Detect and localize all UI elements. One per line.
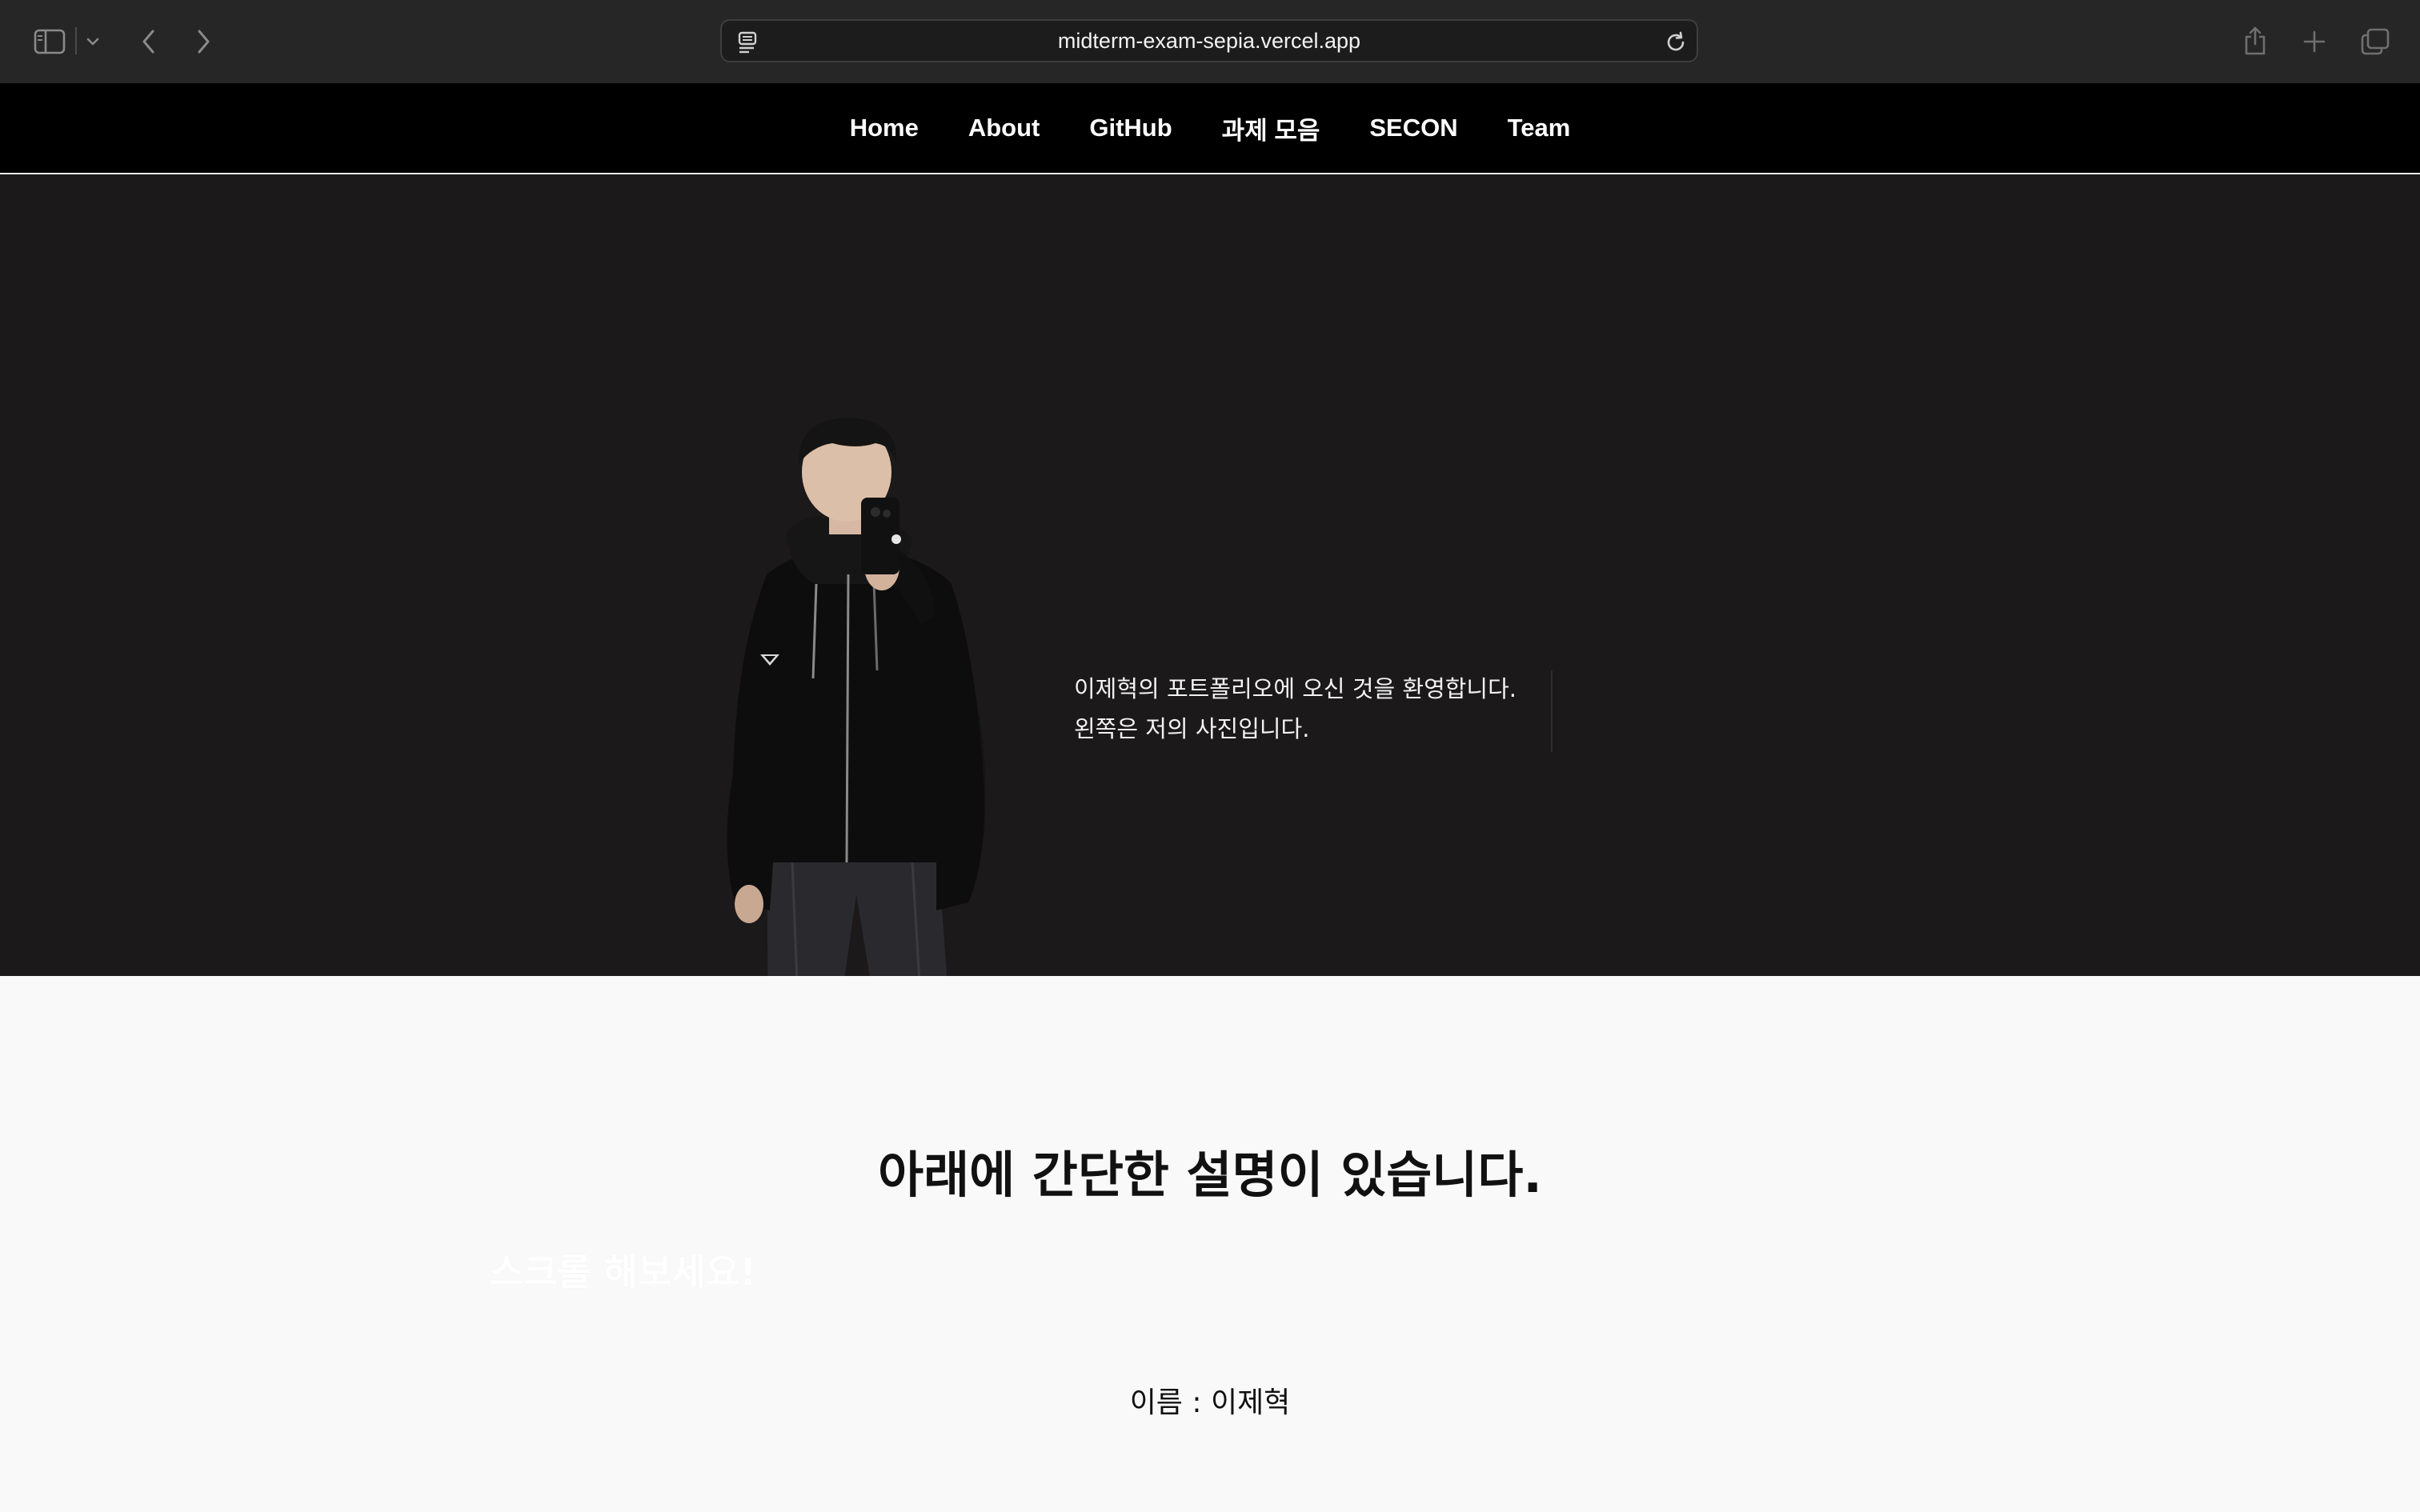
welcome-text: 이제혁의 포트폴리오에 오신 것을 환영합니다. 왼쪽은 저의 사진입니다. bbox=[1074, 669, 1554, 749]
address-bar[interactable]: midterm-exam-sepia.vercel.app bbox=[720, 19, 1698, 62]
hero-section: 이제혁의 포트폴리오에 오신 것을 환영합니다. 왼쪽은 저의 사진입니다. bbox=[0, 174, 2420, 1030]
nav-link-about[interactable]: About bbox=[968, 114, 1040, 142]
browser-toolbar: midterm-exam-sepia.vercel.app bbox=[0, 0, 2420, 83]
chevron-down-icon[interactable] bbox=[83, 29, 102, 54]
profile-photo bbox=[727, 418, 986, 1030]
sidebar-icon[interactable] bbox=[30, 24, 69, 59]
photo-caption-line: 왼쪽은 저의 사진입니다. bbox=[1074, 715, 1310, 742]
nav-link-team[interactable]: Team bbox=[1508, 114, 1571, 142]
site-nav: Home About GitHub 과제 모음 SECON Team bbox=[0, 83, 2420, 174]
section-heading: 아래에 간단한 설명이 있습니다. bbox=[878, 1146, 1542, 1204]
share-icon[interactable] bbox=[2238, 21, 2273, 61]
nav-link-github[interactable]: GitHub bbox=[1089, 114, 1172, 142]
nav-link-home[interactable]: Home bbox=[850, 114, 919, 142]
scroll-hint: 스크롤 해보세요! bbox=[490, 1250, 757, 1294]
toolbar-divider bbox=[75, 27, 77, 54]
back-arrow-icon[interactable] bbox=[133, 24, 165, 59]
reload-icon[interactable] bbox=[1663, 30, 1689, 55]
plus-icon[interactable] bbox=[2297, 24, 2332, 59]
nav-link-secon[interactable]: SECON bbox=[1369, 114, 1457, 142]
name-line: 이름 : 이제혁 bbox=[1129, 1386, 1291, 1419]
text-divider bbox=[1551, 670, 1553, 752]
forward-arrow-icon[interactable] bbox=[187, 24, 219, 59]
nav-link-assignments[interactable]: 과제 모음 bbox=[1222, 110, 1320, 146]
welcome-line: 이제혁의 포트폴리오에 오신 것을 환영합니다. bbox=[1074, 675, 1517, 702]
about-section: 아래에 간단한 설명이 있습니다. 스크롤 해보세요! 이름 : 이제혁 bbox=[0, 976, 2420, 1512]
tabs-icon[interactable] bbox=[2356, 24, 2394, 59]
url-text[interactable]: midterm-exam-sepia.vercel.app bbox=[722, 21, 1697, 61]
